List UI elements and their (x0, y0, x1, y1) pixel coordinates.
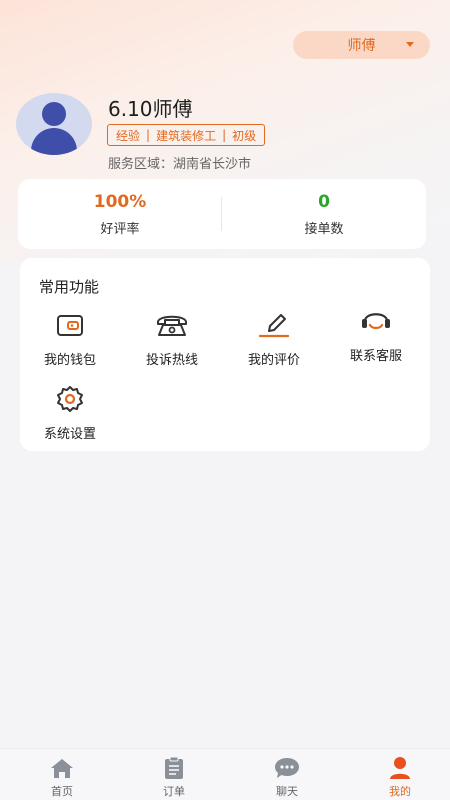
telephone-icon (152, 309, 192, 341)
service-area: 服务区域：湖南省长沙市 (108, 157, 252, 172)
avatar-head (42, 102, 66, 126)
function-wallet[interactable]: 我的钱包 (20, 309, 120, 369)
avatar-body (31, 128, 77, 155)
stat-rating-value: 100% (93, 191, 147, 212)
stats-card: 100% 好评率 0 接单数 (18, 179, 426, 249)
function-system-settings[interactable]: 系统设置 (20, 383, 120, 443)
tab-home[interactable]: 首页 (6, 749, 118, 800)
function-my-reviews-label: 我的评价 (247, 353, 300, 368)
functions-card: 常用功能 我的钱包 投诉热线 我的评价 联系客服 系统设置 (20, 258, 430, 451)
role-selector[interactable]: 师傅 (293, 31, 430, 59)
wallet-icon (50, 309, 90, 341)
tag-separator: | (222, 128, 227, 142)
function-customer-service[interactable]: 联系客服 (326, 305, 426, 365)
role-selector-label: 师傅 (347, 38, 376, 54)
home-icon (49, 755, 75, 781)
tab-me-label: 我的 (389, 785, 411, 798)
stat-rating-label: 好评率 (100, 221, 140, 237)
tag-experience: 经验 (116, 128, 141, 143)
function-system-settings-label: 系统设置 (43, 427, 96, 442)
tab-orders-label: 订单 (163, 785, 185, 798)
function-my-reviews[interactable]: 我的评价 (224, 309, 324, 369)
tag-trade: 建筑装修工 (156, 128, 217, 143)
tab-home-label: 首页 (51, 785, 73, 798)
chat-icon (274, 755, 300, 781)
gear-icon (50, 383, 90, 415)
chevron-down-icon (406, 42, 414, 47)
function-complaint-hotline[interactable]: 投诉热线 (122, 309, 222, 369)
bottom-tab-bar: 首页 订单 聊天 我的 (0, 748, 450, 800)
stat-orders-label: 接单数 (304, 221, 344, 237)
tab-chat[interactable]: 聊天 (231, 749, 343, 800)
person-icon (387, 755, 413, 781)
stat-orders-value: 0 (318, 191, 330, 212)
function-wallet-label: 我的钱包 (43, 353, 96, 368)
tag-level: 初级 (232, 128, 257, 143)
profile-tags: 经验 | 建筑装修工 | 初级 (107, 124, 266, 146)
user-name: 6.10师傅 (108, 97, 193, 121)
tab-me[interactable]: 我的 (344, 749, 450, 800)
pen-icon (254, 309, 294, 341)
function-complaint-hotline-label: 投诉热线 (145, 353, 198, 368)
tag-separator: | (146, 128, 151, 142)
headset-icon (356, 305, 396, 337)
avatar[interactable] (16, 93, 92, 155)
clipboard-icon (161, 755, 187, 781)
stat-orders[interactable]: 0 接单数 (222, 179, 426, 249)
stat-rating[interactable]: 100% 好评率 (18, 179, 222, 249)
tab-orders[interactable]: 订单 (118, 749, 230, 800)
functions-title: 常用功能 (39, 278, 100, 296)
tab-chat-label: 聊天 (276, 785, 298, 798)
function-customer-service-label: 联系客服 (349, 349, 402, 364)
